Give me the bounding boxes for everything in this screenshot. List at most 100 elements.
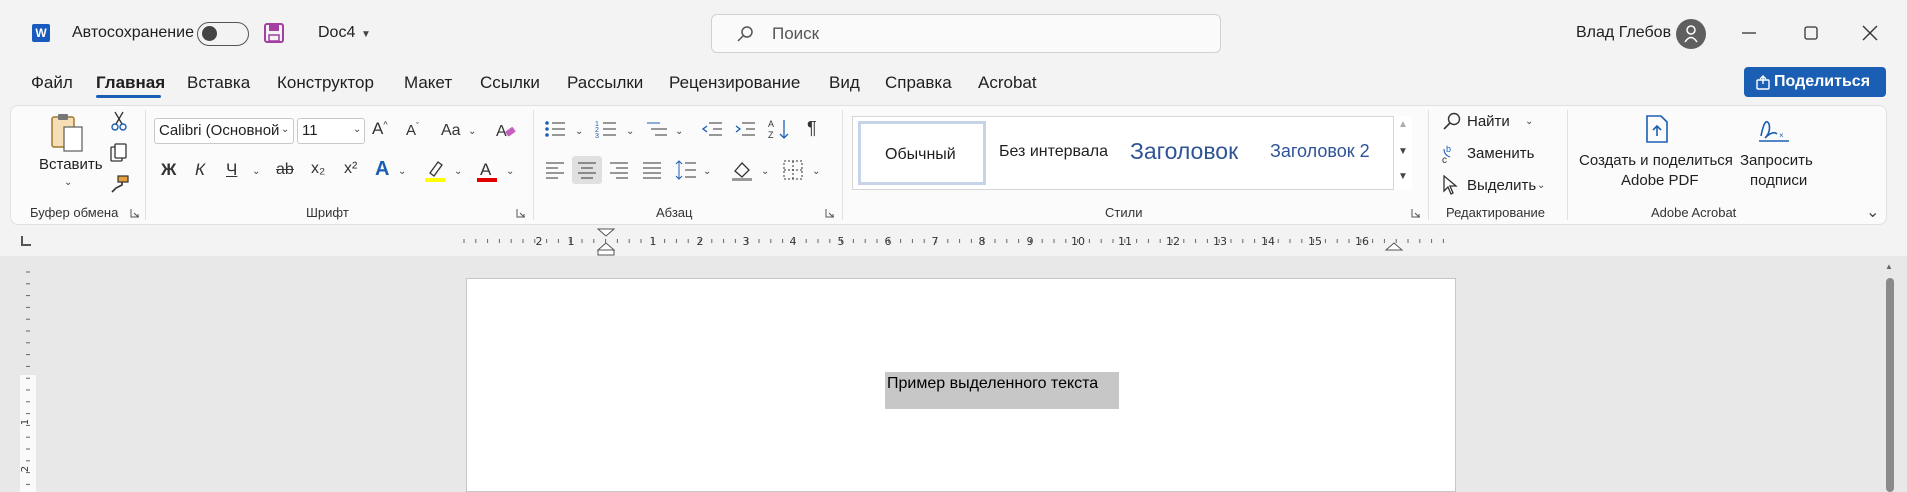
share-button[interactable]: Поделиться — [1744, 67, 1886, 97]
decrease-indent-icon[interactable] — [701, 119, 723, 139]
tab-design[interactable]: Конструктор — [277, 73, 374, 93]
ribbon-collapse-chevron-icon[interactable]: ⌄ — [1866, 202, 1879, 222]
subscript-button[interactable]: x₂ — [311, 160, 325, 178]
save-icon[interactable] — [264, 23, 284, 43]
font-dialog-launcher-icon[interactable] — [516, 208, 526, 218]
line-spacing-chevron-icon[interactable]: ⌄ — [703, 166, 711, 177]
minimize-icon[interactable] — [1734, 18, 1764, 48]
horizontal-ruler[interactable]: 2 1 1 2 3 4 5 6 7 8 9 10 11 12 13 14 15 … — [456, 226, 1456, 256]
doc-menu-chevron-icon[interactable]: ▼ — [361, 29, 371, 40]
font-name-combo[interactable]: Calibri (Основной — [154, 118, 294, 144]
replace-button[interactable]: Заменить — [1467, 145, 1534, 162]
tab-review[interactable]: Рецензирование — [669, 73, 800, 93]
shading-chevron-icon[interactable]: ⌄ — [761, 166, 769, 177]
numbering-chevron-icon[interactable]: ⌄ — [626, 126, 634, 137]
font-color-chevron-icon[interactable]: ⌄ — [506, 166, 514, 177]
select-cursor-icon[interactable] — [1442, 175, 1460, 195]
avatar[interactable] — [1676, 19, 1706, 49]
align-right-icon[interactable] — [609, 160, 629, 180]
paste-label[interactable]: Вставить — [39, 156, 103, 173]
tab-acrobat[interactable]: Acrobat — [978, 73, 1037, 93]
create-pdf-line1[interactable]: Создать и поделиться — [1579, 152, 1733, 169]
cut-icon[interactable] — [110, 111, 128, 131]
tab-help[interactable]: Справка — [885, 73, 952, 93]
search-box[interactable]: Поиск — [711, 14, 1221, 53]
styles-more-icon[interactable]: ▼ — [1398, 171, 1408, 182]
align-left-icon[interactable] — [545, 160, 565, 180]
style-heading-2[interactable]: Заголовок 2 — [1270, 141, 1370, 162]
change-case-chevron-icon[interactable]: ⌄ — [468, 126, 476, 137]
text-effects-icon[interactable]: A — [375, 158, 389, 181]
bullets-icon[interactable] — [544, 119, 566, 139]
replace-icon[interactable]: bc — [1442, 143, 1462, 165]
italic-button[interactable]: К — [195, 160, 205, 180]
change-case-button[interactable]: Aa — [441, 122, 461, 140]
create-pdf-icon[interactable] — [1643, 114, 1671, 144]
tab-layout[interactable]: Макет — [404, 73, 452, 93]
request-signature-line1[interactable]: Запросить — [1740, 152, 1813, 169]
close-icon[interactable] — [1855, 18, 1885, 48]
bullets-chevron-icon[interactable]: ⌄ — [575, 126, 583, 137]
multilevel-chevron-icon[interactable]: ⌄ — [675, 126, 683, 137]
clipboard-dialog-launcher-icon[interactable] — [130, 208, 140, 218]
tab-selector-icon[interactable] — [21, 236, 31, 246]
styles-down-icon[interactable]: ▼ — [1398, 146, 1408, 157]
tab-insert[interactable]: Вставка — [187, 73, 250, 93]
bold-button[interactable]: Ж — [161, 160, 176, 180]
vertical-scrollbar-thumb[interactable] — [1886, 278, 1894, 492]
align-center-icon[interactable] — [577, 160, 597, 180]
style-heading-1[interactable]: Заголовок — [1130, 138, 1238, 165]
selected-text[interactable]: Пример выделенного текста — [885, 372, 1119, 409]
paste-button[interactable] — [46, 111, 88, 155]
select-chevron-icon[interactable]: ⌄ — [1537, 180, 1545, 191]
document-name[interactable]: Doc4 — [318, 24, 355, 42]
borders-icon[interactable] — [783, 160, 803, 180]
request-signature-line2[interactable]: подписи — [1750, 172, 1807, 189]
tab-file[interactable]: Файл — [31, 73, 73, 93]
font-size-chevron-icon[interactable]: ⌄ — [353, 124, 361, 135]
left-indent-marker[interactable] — [597, 249, 615, 256]
copy-icon[interactable] — [110, 143, 128, 163]
select-button[interactable]: Выделить — [1467, 177, 1536, 194]
user-name[interactable]: Влад Глебов — [1576, 24, 1671, 42]
increase-indent-icon[interactable] — [734, 119, 756, 139]
scroll-up-icon[interactable]: ▲ — [1885, 262, 1893, 271]
underline-chevron-icon[interactable]: ⌄ — [252, 166, 260, 177]
underline-button[interactable]: Ч — [226, 160, 237, 180]
shrink-font-icon[interactable]: Aˇ — [406, 121, 419, 139]
tab-view[interactable]: Вид — [829, 73, 860, 93]
line-spacing-icon[interactable] — [675, 159, 697, 181]
paragraph-dialog-launcher-icon[interactable] — [825, 208, 835, 218]
style-normal[interactable]: Обычный — [858, 121, 986, 185]
create-pdf-line2[interactable]: Adobe PDF — [1621, 172, 1699, 189]
highlight-icon[interactable] — [424, 159, 446, 183]
styles-dialog-launcher-icon[interactable] — [1411, 208, 1421, 218]
tab-references[interactable]: Ссылки — [480, 73, 540, 93]
style-no-spacing[interactable]: Без интервала — [999, 143, 1108, 161]
request-signature-icon[interactable]: × — [1757, 114, 1791, 144]
text-effects-chevron-icon[interactable]: ⌄ — [398, 166, 406, 177]
clear-formatting-icon[interactable]: A — [495, 120, 517, 140]
maximize-icon[interactable] — [1796, 18, 1826, 48]
multilevel-list-icon[interactable] — [646, 119, 668, 139]
paste-chevron-icon[interactable]: ⌄ — [64, 177, 72, 188]
strikethrough-button[interactable]: ab — [276, 161, 294, 179]
font-color-icon[interactable]: A — [476, 159, 498, 183]
numbering-icon[interactable]: 123 — [595, 119, 617, 139]
find-chevron-icon[interactable]: ⌄ — [1525, 116, 1533, 127]
tab-mailings[interactable]: Рассылки — [567, 73, 643, 93]
find-button[interactable]: Найти — [1467, 113, 1510, 130]
format-painter-icon[interactable] — [110, 174, 130, 194]
tab-home[interactable]: Главная — [96, 73, 165, 93]
find-icon[interactable] — [1442, 111, 1462, 131]
autosave-toggle[interactable] — [197, 22, 249, 46]
sort-icon[interactable]: AZ — [767, 117, 791, 141]
grow-font-icon[interactable]: A^ — [372, 119, 388, 139]
shading-icon[interactable] — [731, 159, 753, 181]
styles-up-icon[interactable]: ▲ — [1398, 119, 1408, 130]
highlight-chevron-icon[interactable]: ⌄ — [454, 166, 462, 177]
font-name-chevron-icon[interactable]: ⌄ — [281, 124, 289, 135]
vertical-ruler[interactable]: 1 2 — [16, 262, 38, 492]
show-marks-icon[interactable]: ¶ — [807, 118, 817, 139]
superscript-button[interactable]: x² — [344, 160, 357, 178]
